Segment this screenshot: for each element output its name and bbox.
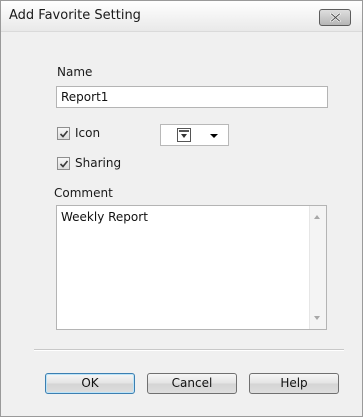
scroll-up-icon[interactable] [314, 215, 320, 219]
cancel-button[interactable]: Cancel [147, 373, 237, 394]
icon-checkbox-label: Icon [75, 126, 101, 140]
checkmark-icon [59, 160, 69, 168]
icon-picker-dropdown[interactable] [160, 124, 229, 146]
dialog-title: Add Favorite Setting [9, 8, 141, 23]
comment-value: Weekly Report [61, 210, 148, 224]
chevron-down-icon [210, 134, 218, 138]
scroll-down-icon[interactable] [314, 316, 320, 320]
ok-button[interactable]: OK [45, 373, 135, 394]
close-button[interactable] [319, 9, 351, 26]
icon-checkbox[interactable] [57, 127, 70, 140]
sharing-checkbox[interactable] [57, 157, 70, 170]
favorite-image-icon [177, 128, 191, 142]
close-icon [330, 13, 341, 22]
help-button[interactable]: Help [249, 373, 339, 394]
separator [34, 349, 344, 351]
checkmark-icon [59, 130, 69, 138]
comment-textarea[interactable]: Weekly Report [56, 205, 327, 330]
comment-scrollbar[interactable] [309, 206, 326, 329]
name-field[interactable]: Report1 [56, 86, 328, 108]
name-label: Name [57, 65, 93, 79]
comment-label: Comment [54, 186, 113, 200]
add-favorite-setting-dialog: Add Favorite Setting Name Report1 Icon S… [0, 0, 363, 417]
title-bar: Add Favorite Setting [1, 1, 362, 32]
sharing-checkbox-label: Sharing [75, 156, 122, 170]
name-field-value: Report1 [61, 90, 109, 104]
